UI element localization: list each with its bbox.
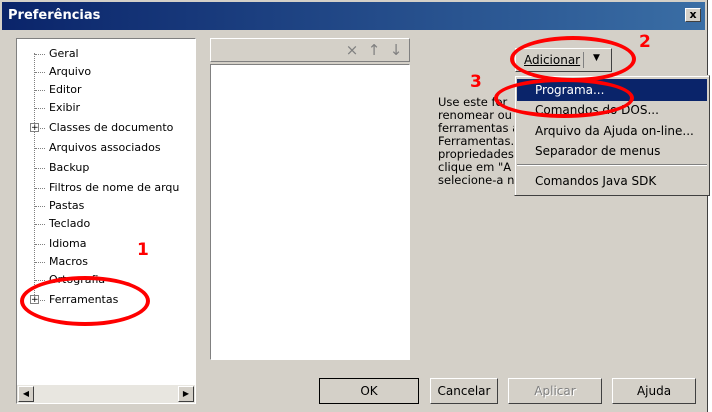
- scroll-left-icon[interactable]: ◀: [18, 386, 34, 402]
- tree-item-label: Arquivos associados: [49, 141, 161, 154]
- cancel-button[interactable]: Cancelar: [430, 378, 498, 404]
- tree-item-filtros[interactable]: Filtros de nome de arqu: [31, 179, 179, 197]
- horizontal-scrollbar[interactable]: ◀ ▶: [17, 385, 195, 403]
- tree-items: Geral Arquivo Editor Exibir + Classes de …: [17, 39, 195, 385]
- tree-item-exibir[interactable]: Exibir: [31, 99, 80, 117]
- tree-item-label: Macros: [49, 255, 89, 268]
- menu-item-separador[interactable]: Separador de menus: [517, 140, 707, 162]
- title-bar[interactable]: Preferências x: [2, 2, 705, 30]
- tree-item-label: Arquivo: [49, 65, 92, 78]
- menu-item-arquivo-ajuda[interactable]: Arquivo da Ajuda on-line...: [517, 120, 707, 142]
- tree-item-editor[interactable]: Editor: [31, 81, 82, 99]
- tools-list[interactable]: [210, 64, 410, 360]
- tree-item-label: Teclado: [49, 217, 91, 230]
- tree-item-label: Pastas: [49, 199, 85, 212]
- tree-item-classes-de-documento[interactable]: + Classes de documento: [30, 119, 174, 137]
- annotation-circle-adicionar: [510, 36, 636, 82]
- tree-item-arquivo[interactable]: Arquivo: [31, 63, 91, 81]
- move-down-icon[interactable]: ↓: [387, 41, 405, 59]
- expand-icon[interactable]: +: [30, 295, 39, 305]
- tree-item-label: Editor: [49, 83, 82, 96]
- tree-item-label: Classes de documento: [49, 121, 174, 134]
- tools-toolbar: × ↑ ↓: [210, 38, 410, 62]
- help-button[interactable]: Ajuda: [612, 378, 696, 404]
- annotation-number-3: 3: [470, 72, 482, 92]
- annotation-circle-programa: [494, 78, 634, 118]
- tree-item-geral[interactable]: Geral: [31, 45, 79, 63]
- close-button[interactable]: x: [685, 8, 701, 22]
- tree-item-backup[interactable]: Backup: [31, 159, 89, 177]
- tree-item-label: Geral: [49, 47, 79, 60]
- preferences-tree[interactable]: Geral Arquivo Editor Exibir + Classes de …: [16, 38, 196, 404]
- delete-icon[interactable]: ×: [343, 41, 361, 59]
- tree-item-macros[interactable]: Macros: [31, 253, 88, 271]
- tree-item-idioma[interactable]: Idioma: [31, 235, 86, 253]
- tree-item-label: Filtros de nome de arqu: [49, 181, 180, 194]
- window-title: Preferências: [8, 8, 101, 23]
- tree-item-label: Exibir: [49, 101, 81, 114]
- ok-button[interactable]: OK: [319, 378, 419, 404]
- scroll-right-icon[interactable]: ▶: [178, 386, 194, 402]
- annotation-number-2: 2: [639, 32, 651, 52]
- menu-separator: [517, 164, 707, 166]
- menu-item-java-sdk[interactable]: Comandos Java SDK: [517, 170, 707, 192]
- tree-item-pastas[interactable]: Pastas: [31, 197, 84, 215]
- expand-icon[interactable]: +: [30, 123, 39, 133]
- apply-button[interactable]: Aplicar: [508, 378, 602, 404]
- move-up-icon[interactable]: ↑: [365, 41, 383, 59]
- annotation-circle-ferramentas: [20, 276, 150, 326]
- tree-item-label: Idioma: [49, 237, 87, 250]
- tree-item-arquivos-associados[interactable]: Arquivos associados: [31, 139, 161, 157]
- preferences-window: Preferências x Geral Arquivo Editor Exib…: [0, 0, 710, 412]
- close-icon: x: [689, 8, 697, 21]
- tree-item-teclado[interactable]: Teclado: [31, 215, 90, 233]
- tree-item-label: Backup: [49, 161, 90, 174]
- annotation-number-1: 1: [137, 240, 149, 260]
